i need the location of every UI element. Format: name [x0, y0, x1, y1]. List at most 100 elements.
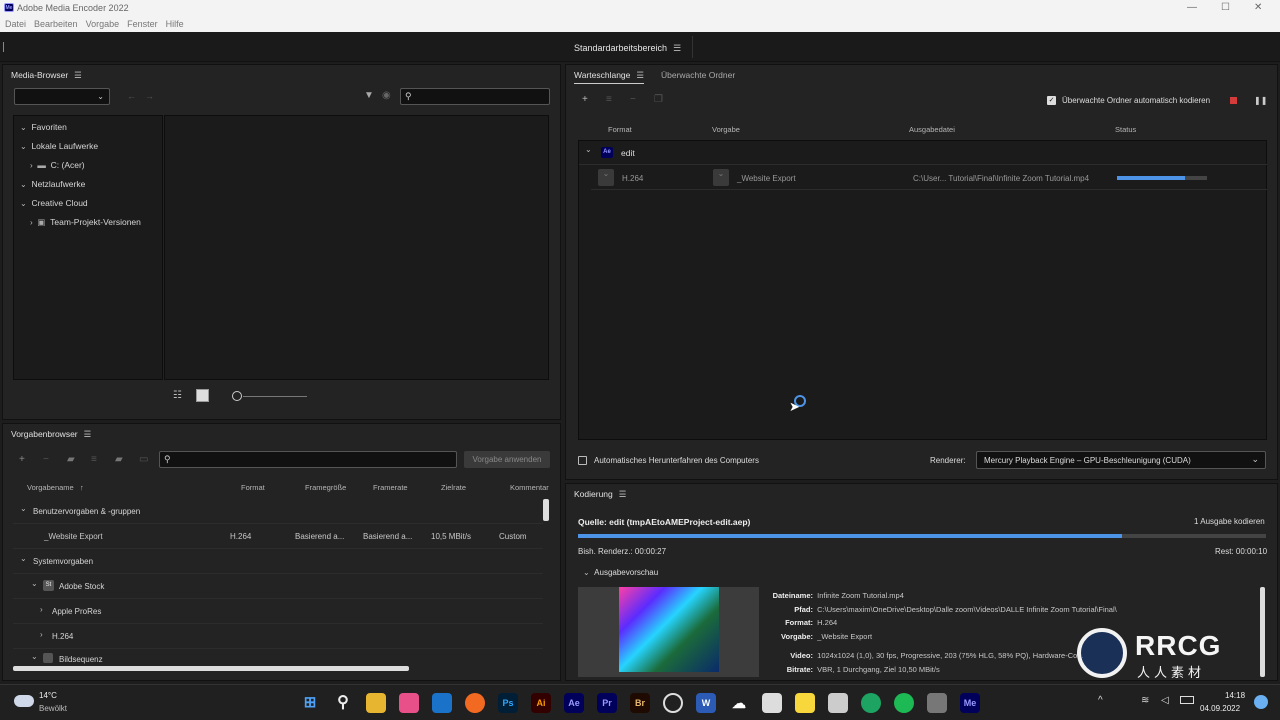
wifi-icon[interactable]: ≋ [1141, 695, 1149, 706]
after-effects-icon[interactable]: Ae [564, 693, 584, 713]
battery-icon[interactable] [1180, 696, 1194, 704]
maximize-button[interactable]: ☐ [1221, 2, 1230, 13]
auto-encode-checkbox[interactable]: ✓ [1047, 96, 1056, 105]
col-comment[interactable]: Kommentar [510, 483, 549, 492]
tree-item-team-project[interactable]: › ▣ Team-Projekt-Versionen [30, 217, 141, 228]
col-format[interactable]: Format [241, 483, 265, 492]
workspace-menu-icon[interactable]: ☰ [673, 43, 681, 54]
menu-preset[interactable]: Vorgabe [86, 19, 120, 29]
preset-row[interactable]: _Website Export H.264 Basierend a... Bas… [13, 524, 543, 549]
zoom-slider-handle[interactable] [232, 391, 242, 401]
remove-preset-icon[interactable]: − [43, 454, 49, 465]
workspace-selector[interactable]: Standardarbeitsbereich ☰ [574, 43, 681, 54]
clock-app-icon[interactable] [663, 693, 683, 713]
horizontal-scrollbar[interactable] [13, 666, 409, 671]
menu-edit[interactable]: Bearbeiten [34, 19, 78, 29]
col-target-rate[interactable]: Zielrate [441, 483, 466, 492]
windows-start-icon[interactable]: ⊞ [300, 693, 320, 713]
speaker-icon[interactable]: ◁ [1161, 695, 1169, 706]
queue-source-row[interactable]: ⌄ Ae edit [579, 141, 1267, 165]
output-format[interactable]: H.264 [622, 174, 643, 183]
queue-col-preset[interactable]: Vorgabe [712, 125, 740, 134]
close-button[interactable]: ✕ [1254, 2, 1262, 13]
col-preset-name[interactable]: Vorgabename ↑ [27, 483, 84, 492]
thumbnail-view-icon[interactable] [196, 389, 209, 402]
settings-icon[interactable]: ≡ [91, 454, 97, 465]
queue-output-row[interactable]: ⌄ H.264 ⌄ _Website Export C:\User... Tut… [591, 166, 1267, 190]
queue-col-status[interactable]: Status [1115, 125, 1136, 134]
zoom-slider-track[interactable] [243, 396, 307, 397]
sticky-notes-icon[interactable] [795, 693, 815, 713]
word-icon[interactable]: W [696, 693, 716, 713]
firefox-icon[interactable] [465, 693, 485, 713]
premiere-icon[interactable]: Pr [597, 693, 617, 713]
weather-desc[interactable]: Bewölkt [39, 704, 67, 713]
col-frame-size[interactable]: Framegröße [305, 483, 346, 492]
chrome-icon[interactable] [861, 693, 881, 713]
output-file[interactable]: C:\User... Tutorial\Final\Infinite Zoom … [913, 174, 1089, 183]
renderer-dropdown[interactable]: Mercury Playback Engine – GPU-Beschleuni… [976, 451, 1266, 469]
preset-dropdown-chevron-icon[interactable]: ⌄ [713, 169, 729, 186]
queue-col-output[interactable]: Ausgabedatei [909, 125, 955, 134]
format-dropdown-chevron-icon[interactable]: ⌄ [598, 169, 614, 186]
clock-date[interactable]: 04.09.2022 [1200, 704, 1240, 713]
onedrive-icon[interactable]: ☁ [729, 693, 749, 713]
tree-item-c-drive[interactable]: › ▬ C: (Acer) [30, 160, 85, 170]
notification-icon[interactable] [1254, 695, 1268, 709]
back-arrow-icon[interactable]: ← [127, 91, 136, 101]
illustrator-icon[interactable]: Ai [531, 693, 551, 713]
calculator-icon[interactable] [927, 693, 947, 713]
pause-queue-button[interactable]: ❚❚ [1254, 96, 1267, 105]
file-explorer-icon[interactable] [366, 693, 386, 713]
add-preset-icon[interactable]: + [19, 454, 25, 465]
minimize-button[interactable]: — [1187, 2, 1197, 13]
tree-item-creative-cloud[interactable]: ⌄ Creative Cloud [20, 198, 88, 208]
remove-icon[interactable]: − [630, 94, 636, 105]
weather-temp[interactable]: 14°C [39, 691, 57, 700]
preset-browser-menu-icon[interactable]: ☰ [84, 429, 92, 440]
eye-icon[interactable]: ◉ [382, 90, 391, 101]
bridge-icon[interactable]: Br [630, 693, 650, 713]
output-preview-toggle[interactable]: ⌄ Ausgabevorschau [583, 568, 658, 577]
photoshop-icon[interactable]: Ps [498, 693, 518, 713]
search-icon[interactable]: ⚲ [333, 693, 353, 713]
group-row-user[interactable]: ⌄ Benutzervorgaben & -gruppen [13, 500, 543, 524]
media-search-input[interactable]: ⚲ [400, 88, 550, 105]
menu-file[interactable]: Datei [5, 19, 26, 29]
export-icon[interactable]: ▭ [139, 454, 148, 465]
tree-item-local-drives[interactable]: ⌄ Lokale Laufwerke [20, 141, 98, 151]
menu-window[interactable]: Fenster [127, 19, 158, 29]
filter-icon[interactable]: ▼ [364, 90, 374, 101]
tree-item-network[interactable]: ⌄ Netzlaufwerke [20, 179, 85, 189]
vertical-scrollbar[interactable] [543, 499, 549, 521]
notepad-icon[interactable] [762, 693, 782, 713]
group-row-apple-prores[interactable]: › Apple ProRes [13, 599, 543, 624]
photos-icon[interactable] [399, 693, 419, 713]
media-encoder-icon[interactable]: Me [960, 693, 980, 713]
shutdown-checkbox[interactable] [578, 456, 587, 465]
outlook-icon[interactable] [432, 693, 452, 713]
location-dropdown[interactable]: ⌄ [14, 88, 110, 105]
media-browser-menu-icon[interactable]: ☰ [74, 70, 82, 81]
queue-col-format[interactable]: Format [608, 125, 632, 134]
tab-watch-folders[interactable]: Überwachte Ordner [661, 70, 735, 80]
encoding-menu-icon[interactable]: ☰ [619, 489, 627, 500]
preset-settings-icon[interactable]: ≡ [606, 94, 612, 105]
new-group-icon[interactable]: ▰ [67, 454, 75, 465]
tree-item-favorites[interactable]: ⌄ Favoriten [20, 122, 67, 132]
preset-search-input[interactable]: ⚲ [159, 451, 457, 468]
col-frame-rate[interactable]: Framerate [373, 483, 408, 492]
list-view-icon[interactable]: ☷ [173, 390, 182, 401]
duplicate-icon[interactable]: ❐ [654, 94, 663, 105]
snipping-tool-icon[interactable] [828, 693, 848, 713]
clock-time[interactable]: 14:18 [1225, 691, 1245, 700]
apply-preset-button[interactable]: Vorgabe anwenden [464, 451, 550, 468]
menu-help[interactable]: Hilfe [166, 19, 184, 29]
output-preset[interactable]: _Website Export [737, 174, 796, 183]
group-row-adobe-stock[interactable]: ⌄ St Adobe Stock [13, 574, 543, 599]
spotify-icon[interactable] [894, 693, 914, 713]
tab-queue[interactable]: Warteschlange ☰ [574, 70, 645, 84]
add-source-icon[interactable]: + [582, 94, 588, 105]
stop-queue-button[interactable] [1230, 97, 1237, 104]
group-row-h264[interactable]: › H.264 [13, 624, 543, 649]
